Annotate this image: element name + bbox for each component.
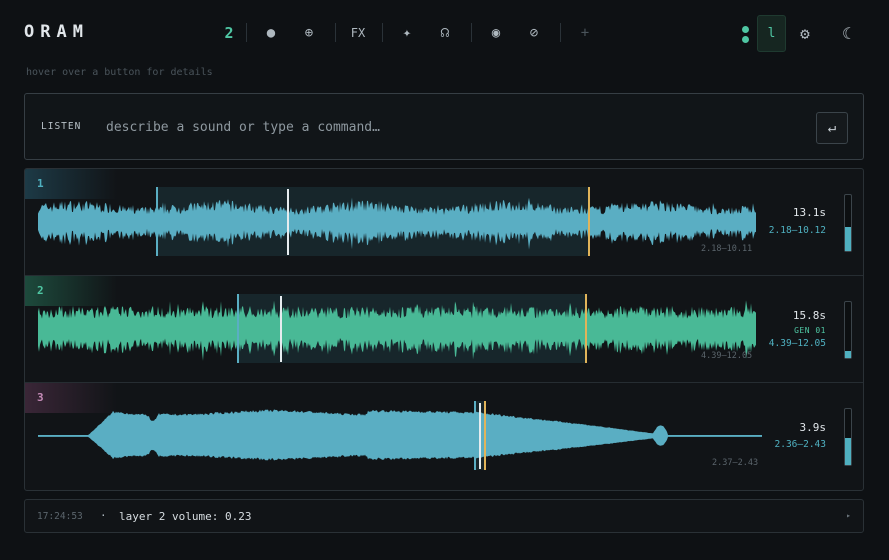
app-logo: ORAM bbox=[24, 22, 89, 42]
selection-end-marker[interactable] bbox=[585, 294, 587, 363]
selection-range-small: 2.18–10.11 bbox=[701, 244, 753, 254]
fx-label: FX bbox=[350, 26, 366, 40]
record-icon: ● bbox=[266, 25, 276, 41]
track-3[interactable]: 3 2.37–2.43 3.9s 2.36–2.43 bbox=[25, 383, 863, 489]
waveform[interactable] bbox=[25, 276, 765, 382]
target-icon: ◉ bbox=[491, 25, 501, 41]
playhead[interactable] bbox=[287, 189, 289, 255]
status-dot bbox=[741, 26, 749, 33]
settings-button[interactable]: ⚙ bbox=[794, 20, 816, 46]
track-range: 4.39–12.05 bbox=[768, 338, 826, 349]
fx-button[interactable]: FX bbox=[346, 20, 370, 46]
toolbar-divider bbox=[471, 23, 472, 42]
layer-count: 2 bbox=[224, 24, 234, 42]
status-timestamp: 17:24:53 bbox=[37, 511, 83, 522]
toolbar-divider bbox=[382, 23, 383, 42]
selection-range-small: 4.39–12.05 bbox=[701, 351, 753, 361]
volume-slider[interactable] bbox=[844, 194, 852, 252]
selection-end-marker[interactable] bbox=[588, 187, 590, 256]
volume-slider[interactable] bbox=[844, 301, 852, 359]
selection-end-marker[interactable] bbox=[484, 401, 486, 470]
add-layer-button[interactable]: ⊕ bbox=[298, 20, 320, 46]
selection-start-marker[interactable] bbox=[156, 187, 158, 256]
track-2[interactable]: 2 4.39–12.05 15.8s GEN 01 4.39–12.05 bbox=[25, 276, 863, 383]
expand-log-button[interactable]: ▸ bbox=[846, 511, 851, 520]
submit-button[interactable]: ↵ bbox=[816, 112, 848, 144]
command-input[interactable] bbox=[104, 115, 808, 139]
volume-slider[interactable] bbox=[844, 408, 852, 466]
volume-fill bbox=[845, 438, 851, 465]
clear-button[interactable]: ⊘ bbox=[523, 20, 545, 46]
sparkle-button[interactable]: ✦ bbox=[396, 20, 418, 46]
track-range: 2.18–10.12 bbox=[768, 225, 826, 236]
selection-start-marker[interactable] bbox=[474, 401, 476, 470]
layer-mode-toggle[interactable]: l bbox=[757, 15, 786, 52]
sparkle-icon: ✦ bbox=[402, 25, 412, 41]
waveform[interactable] bbox=[25, 169, 765, 275]
enter-icon: ↵ bbox=[827, 120, 837, 136]
prompt-mode-label: LISTEN bbox=[41, 121, 82, 132]
ban-icon: ⊘ bbox=[529, 25, 539, 41]
status-message: layer 2 volume: 0.23 bbox=[119, 510, 252, 523]
playhead[interactable] bbox=[280, 296, 282, 362]
waveform[interactable] bbox=[25, 383, 765, 489]
listen-button[interactable]: ☊ bbox=[434, 20, 456, 46]
volume-fill bbox=[845, 351, 851, 358]
selection-range-small: 2.37–2.43 bbox=[712, 458, 759, 468]
gear-icon: ⚙ bbox=[800, 23, 810, 43]
toolbar-divider bbox=[335, 23, 336, 42]
record-button[interactable]: ● bbox=[260, 20, 282, 46]
layer-mode-label: l bbox=[767, 26, 776, 41]
status-dot bbox=[741, 36, 749, 43]
toolbar-divider bbox=[560, 23, 561, 42]
command-prompt: LISTEN ↵ bbox=[24, 93, 864, 160]
volume-fill bbox=[845, 226, 851, 251]
add-layer-icon: ⊕ bbox=[304, 25, 314, 41]
status-dots bbox=[739, 24, 751, 44]
hover-hint: hover over a button for details bbox=[26, 67, 213, 78]
tracks-panel: 1 2.18–10.11 13.1s 2.18–10.12 2 4.39–12.… bbox=[24, 168, 864, 491]
track-duration: 15.8s bbox=[792, 309, 826, 322]
generation-badge: GEN 01 bbox=[794, 326, 826, 335]
selection-start-marker[interactable] bbox=[237, 294, 239, 363]
track-duration: 13.1s bbox=[792, 206, 826, 219]
status-bar: 17:24:53 · layer 2 volume: 0.23 ▸ bbox=[24, 499, 864, 533]
playhead[interactable] bbox=[479, 403, 481, 469]
plus-icon: + bbox=[580, 25, 590, 41]
track-range: 2.36–2.43 bbox=[774, 439, 826, 450]
status-separator: · bbox=[100, 509, 107, 522]
track-duration: 3.9s bbox=[799, 421, 827, 434]
moon-icon: ☾ bbox=[842, 23, 852, 43]
top-bar: ORAM 2 ● ⊕ FX ✦ ☊ ◉ ⊘ + l ⚙ ☾ bbox=[0, 0, 889, 66]
headphones-icon: ☊ bbox=[440, 25, 450, 41]
theme-toggle[interactable]: ☾ bbox=[836, 20, 858, 46]
toolbar-divider bbox=[246, 23, 247, 42]
plus-button[interactable]: + bbox=[574, 20, 596, 46]
target-button[interactable]: ◉ bbox=[485, 20, 507, 46]
track-1[interactable]: 1 2.18–10.11 13.1s 2.18–10.12 bbox=[25, 169, 863, 276]
